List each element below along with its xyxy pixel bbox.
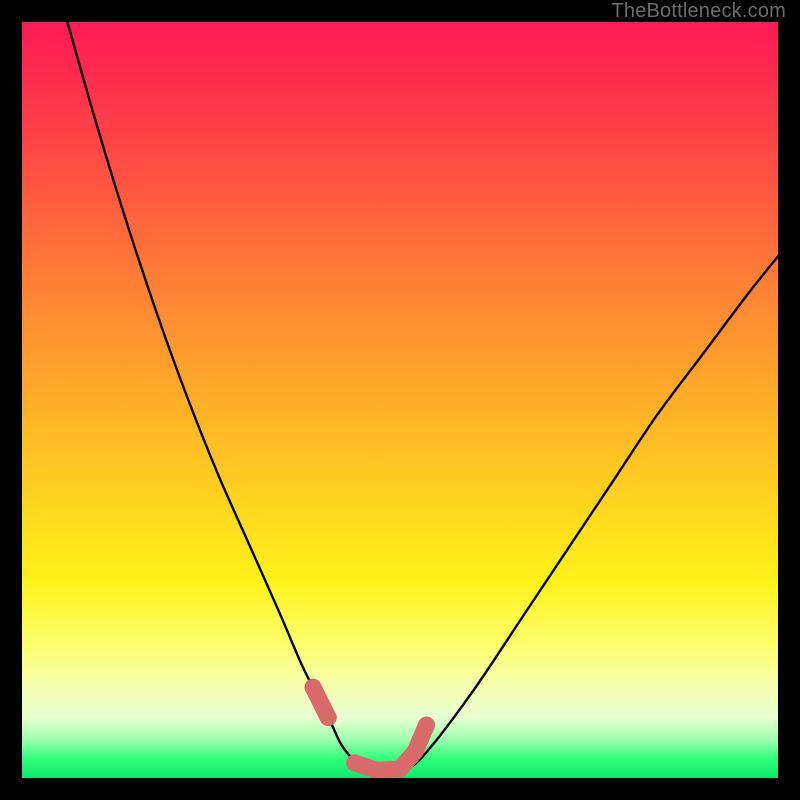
chart-svg <box>22 22 778 778</box>
plot-area <box>22 22 778 778</box>
sweet-spot-markers <box>305 679 435 778</box>
bottleneck-curve <box>67 22 778 772</box>
marker-dot <box>418 717 435 734</box>
outer-frame: TheBottleneck.com <box>0 0 800 800</box>
watermark-label: TheBottleneck.com <box>611 0 786 23</box>
